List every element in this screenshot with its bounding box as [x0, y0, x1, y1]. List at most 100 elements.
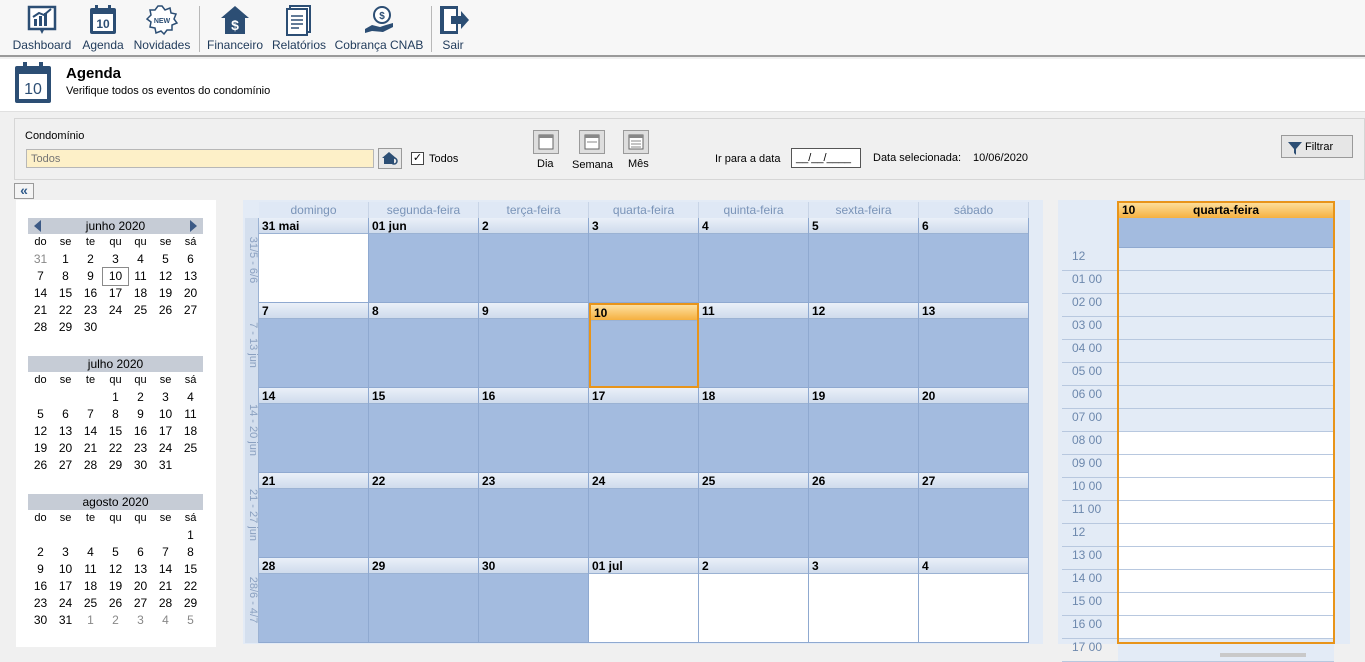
mini-calendar-day[interactable]: 9 — [28, 561, 53, 578]
month-day-cell[interactable]: 3 — [589, 218, 699, 303]
mini-calendar-day[interactable]: 13 — [178, 268, 203, 285]
time-slot[interactable] — [1118, 616, 1334, 639]
mini-calendar-day[interactable]: 16 — [28, 578, 53, 595]
time-slot[interactable] — [1118, 432, 1334, 455]
mini-calendar-day[interactable]: 12 — [103, 561, 128, 578]
view-day-button[interactable] — [533, 130, 559, 154]
mini-calendar-day[interactable]: 14 — [78, 423, 103, 440]
time-slot[interactable] — [1118, 386, 1334, 409]
month-day-cell[interactable]: 28 — [259, 558, 369, 643]
month-day-cell[interactable]: 6 — [919, 218, 1029, 303]
month-day-cell[interactable]: 30 — [479, 558, 589, 643]
mini-calendar-day[interactable]: 24 — [53, 595, 78, 612]
month-day-cell[interactable]: 4 — [919, 558, 1029, 643]
mini-calendar-day[interactable]: 2 — [128, 389, 153, 406]
month-day-cell[interactable]: 26 — [809, 473, 919, 558]
month-day-cell[interactable]: 2 — [479, 218, 589, 303]
toolbar-dashboard-button[interactable]: Dashboard — [12, 4, 72, 52]
mini-calendar-day[interactable]: 10 — [153, 406, 178, 423]
view-month-label[interactable]: Mês — [628, 158, 649, 170]
condominio-input[interactable] — [26, 149, 374, 168]
condominio-search-button[interactable] — [378, 148, 402, 169]
day-view-header[interactable]: 10 quarta-feira — [1118, 202, 1334, 218]
mini-calendar-day[interactable]: 20 — [53, 440, 78, 457]
month-day-cell[interactable]: 19 — [809, 388, 919, 473]
mini-calendar-day[interactable]: 6 — [53, 406, 78, 423]
mini-calendar-day[interactable]: 6 — [178, 251, 203, 268]
mini-calendar-day[interactable]: 29 — [53, 319, 78, 336]
time-slot[interactable] — [1118, 455, 1334, 478]
mini-calendar-day[interactable]: 3 — [53, 544, 78, 561]
time-slot[interactable] — [1118, 639, 1334, 662]
mini-calendar-day[interactable]: 1 — [53, 251, 78, 268]
mini-calendar-day[interactable]: 12 — [28, 423, 53, 440]
mini-calendar-day[interactable]: 8 — [178, 544, 203, 561]
mini-calendar-day[interactable]: 14 — [28, 285, 53, 302]
mini-calendar-day[interactable]: 24 — [153, 440, 178, 457]
mini-calendar-day[interactable]: 4 — [78, 544, 103, 561]
collapse-sidebar-button[interactable]: « — [14, 183, 34, 199]
mini-calendar-day[interactable]: 26 — [153, 302, 178, 319]
mini-calendar-day[interactable]: 17 — [153, 423, 178, 440]
horizontal-scrollbar-thumb[interactable] — [1220, 653, 1306, 657]
mini-calendar-day[interactable]: 29 — [103, 457, 128, 474]
month-day-cell[interactable]: 4 — [699, 218, 809, 303]
mini-calendar-day[interactable]: 21 — [28, 302, 53, 319]
mini-calendar-day[interactable]: 23 — [78, 302, 103, 319]
month-day-cell[interactable]: 5 — [809, 218, 919, 303]
mini-calendar-day[interactable]: 25 — [178, 440, 203, 457]
mini-calendar-day[interactable]: 15 — [103, 423, 128, 440]
mini-calendar-day[interactable]: 2 — [28, 544, 53, 561]
mini-calendar-day[interactable]: 22 — [103, 440, 128, 457]
time-slot[interactable] — [1118, 294, 1334, 317]
mini-calendar-day[interactable]: 20 — [178, 285, 203, 302]
mini-calendar-day[interactable]: 12 — [153, 268, 178, 285]
mini-calendar-day[interactable]: 28 — [28, 319, 53, 336]
month-day-cell[interactable]: 24 — [589, 473, 699, 558]
month-day-cell[interactable]: 11 — [699, 303, 809, 388]
mini-calendar-day[interactable]: 1 — [103, 389, 128, 406]
toolbar-novidades-button[interactable]: NEW Novidades — [132, 4, 192, 52]
mini-calendar-day[interactable]: 7 — [78, 406, 103, 423]
mini-calendar-day[interactable]: 21 — [153, 578, 178, 595]
mini-calendar-day[interactable]: 2 — [103, 612, 128, 629]
view-week-button[interactable] — [579, 130, 605, 154]
mini-calendar-day[interactable]: 13 — [128, 561, 153, 578]
month-day-cell[interactable]: 20 — [919, 388, 1029, 473]
month-day-cell[interactable]: 21 — [259, 473, 369, 558]
time-slot[interactable] — [1118, 570, 1334, 593]
mini-calendar-day[interactable]: 9 — [78, 268, 103, 285]
previous-month-arrow-icon[interactable] — [34, 220, 41, 232]
mini-calendar-day[interactable]: 13 — [53, 423, 78, 440]
mini-calendar-day[interactable]: 15 — [53, 285, 78, 302]
month-day-cell[interactable]: 2 — [699, 558, 809, 643]
toolbar-relatorios-button[interactable]: Relatórios — [271, 4, 327, 52]
mini-calendar-day[interactable]: 19 — [153, 285, 178, 302]
mini-calendar-day[interactable]: 8 — [103, 406, 128, 423]
mini-calendar-day[interactable]: 5 — [103, 544, 128, 561]
mini-calendar-day[interactable]: 16 — [78, 285, 103, 302]
mini-calendar-day[interactable]: 19 — [28, 440, 53, 457]
time-slot[interactable] — [1118, 271, 1334, 294]
mini-calendar-day[interactable]: 23 — [28, 595, 53, 612]
mini-calendar-day[interactable]: 27 — [128, 595, 153, 612]
view-day-label[interactable]: Dia — [537, 158, 554, 170]
month-day-cell[interactable]: 13 — [919, 303, 1029, 388]
time-slot[interactable] — [1118, 409, 1334, 432]
time-slot[interactable] — [1118, 478, 1334, 501]
mini-calendar-day[interactable]: 5 — [178, 612, 203, 629]
time-slot[interactable] — [1118, 593, 1334, 616]
mini-calendar-day[interactable]: 18 — [78, 578, 103, 595]
mini-calendar-day[interactable]: 6 — [128, 544, 153, 561]
mini-calendar-day[interactable]: 5 — [28, 406, 53, 423]
month-day-cell[interactable]: 01 jun — [369, 218, 479, 303]
view-month-button[interactable] — [623, 130, 649, 154]
mini-calendar-day[interactable]: 23 — [128, 440, 153, 457]
mini-calendar-day[interactable]: 27 — [53, 457, 78, 474]
month-day-cell[interactable]: 12 — [809, 303, 919, 388]
month-day-cell[interactable]: 01 jul — [589, 558, 699, 643]
mini-calendar-day[interactable]: 28 — [153, 595, 178, 612]
mini-calendar-day[interactable]: 3 — [103, 251, 128, 268]
mini-calendar-day[interactable]: 27 — [178, 302, 203, 319]
mini-calendar-day[interactable]: 17 — [53, 578, 78, 595]
